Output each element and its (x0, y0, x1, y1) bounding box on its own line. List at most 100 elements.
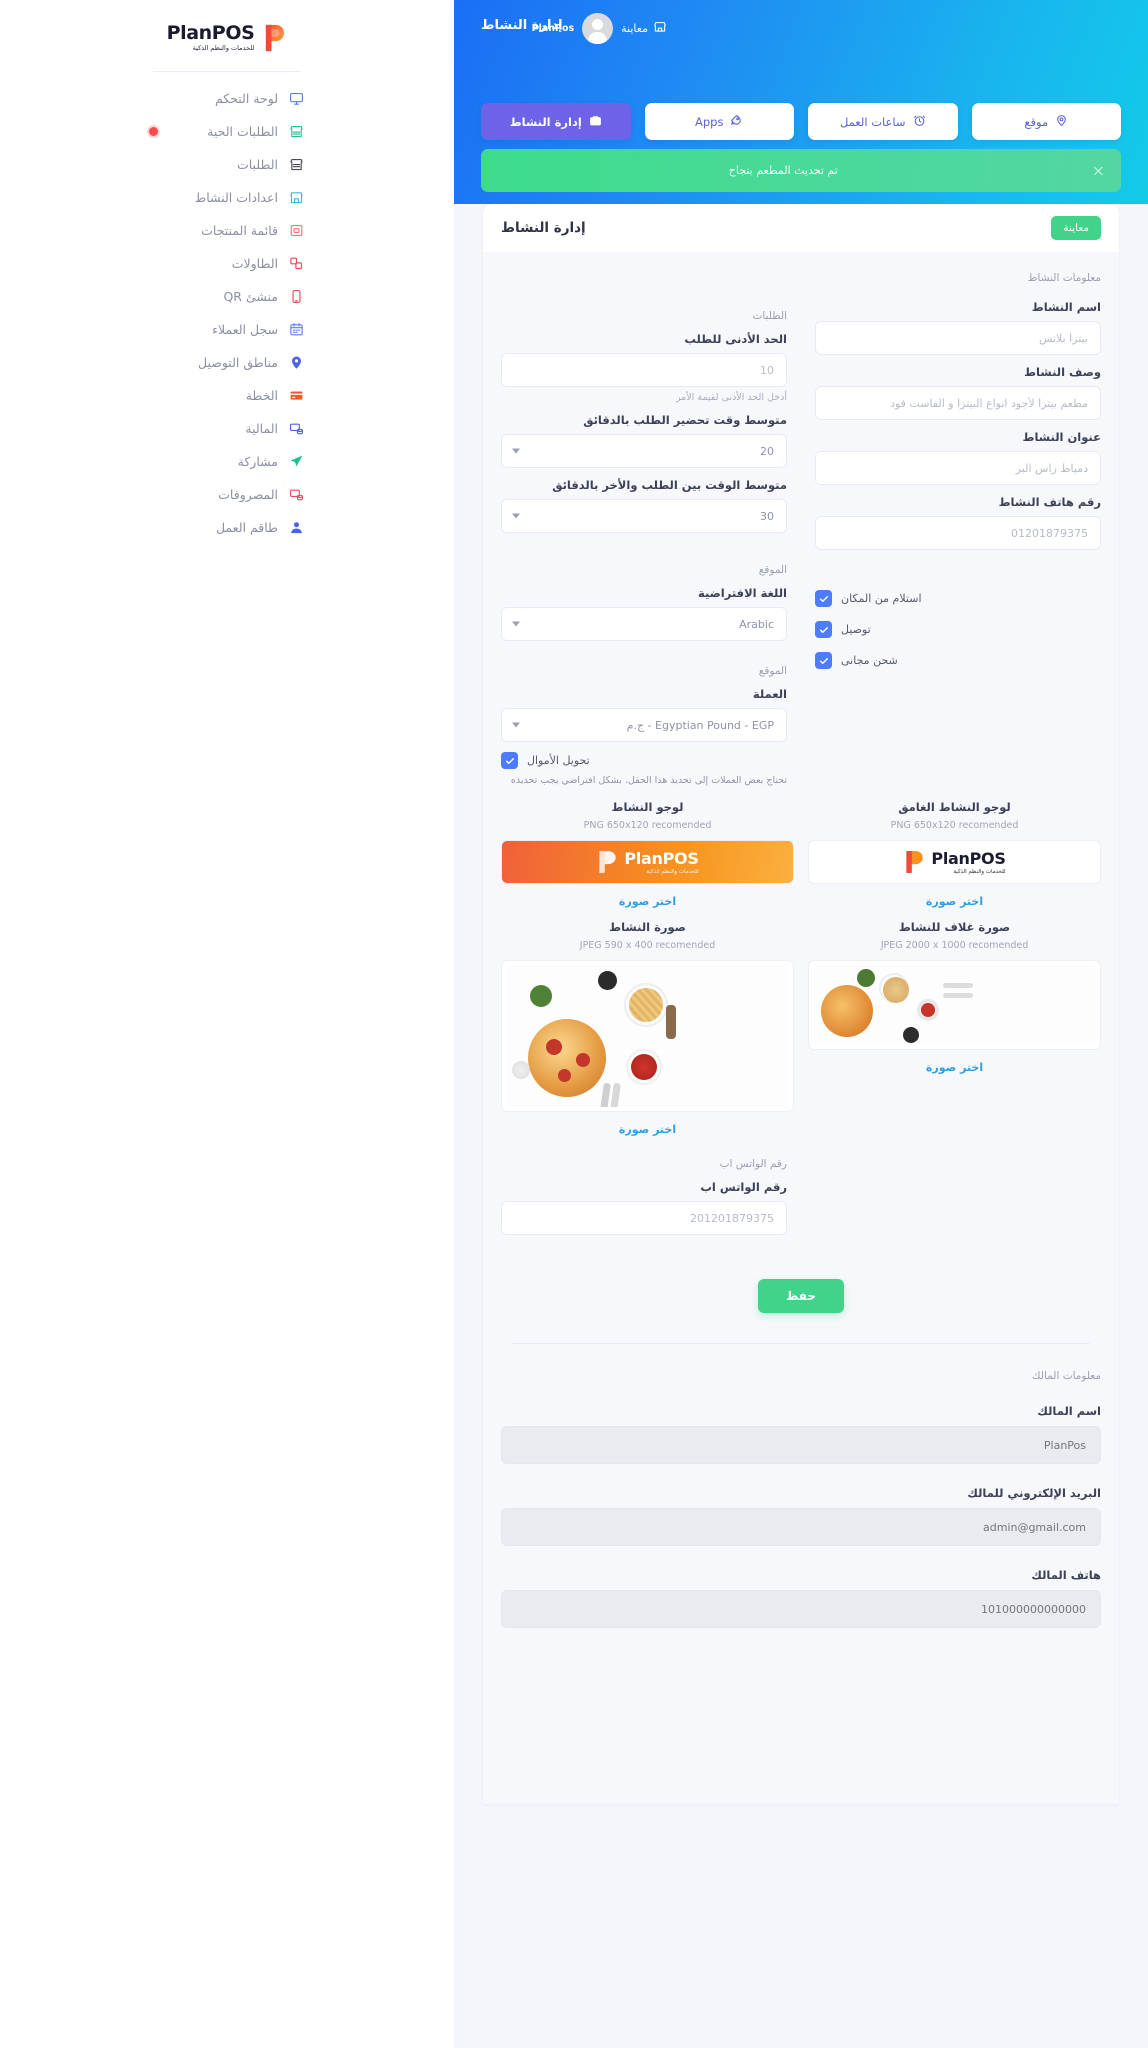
sidebar-item-dashboard[interactable]: لوحة التحكم (147, 82, 307, 115)
locale-column: الموقع اللغة الافتراضية Arabic الموقع ال… (501, 556, 801, 788)
field-business-name: اسم النشاط (815, 300, 1101, 355)
checkbox-column: استلام من المكان توصيل شحن مجانى (801, 556, 1101, 788)
money-convert-checkbox[interactable] (501, 752, 518, 769)
whatsapp-input[interactable] (501, 1201, 787, 1236)
default-language-select[interactable]: Arabic (501, 607, 787, 641)
alert-message: تم تحديث المطعم بنجاح (728, 164, 838, 177)
sidebar-item-orders[interactable]: الطلبات (147, 148, 307, 181)
business-desc-label: وصف النشاط (1024, 365, 1101, 379)
business-photo-preview (501, 960, 794, 1113)
sidebar-item-tables[interactable]: الطاولات (147, 247, 307, 280)
preview-shortcut[interactable]: معاينة (621, 19, 667, 38)
upload-business-photo: صورة النشاط JPEG 590 x 400 recomended اخ… (501, 908, 794, 1136)
success-alert: × تم تحديث المطعم بنجاح (481, 149, 1121, 192)
checkbox-row-pickup[interactable]: استلام من المكان (815, 590, 1101, 607)
section-orders: الطلبات (752, 310, 787, 322)
section-location-2: الموقع (758, 665, 787, 677)
owner-name-input (501, 1426, 1101, 1465)
planpos-logo-dark: PlanPOS للخدمات والنظم الذكية (903, 849, 1006, 876)
sidebar-item-live-orders[interactable]: الطلبات الحية (147, 115, 307, 148)
sidebar-item-expenses[interactable]: المصروفات (147, 478, 307, 511)
section-location: الموقع (758, 564, 787, 576)
owner-phone-label: هاتف المالك (1031, 1568, 1101, 1583)
tab-location[interactable]: موقع (971, 103, 1121, 140)
min-order-label: الحد الأدنى للطلب (684, 332, 787, 346)
menu-list-icon (288, 222, 305, 239)
business-desc-input[interactable] (815, 386, 1101, 420)
sidebar-item-plan[interactable]: الخطة (147, 379, 307, 412)
staff-icon (288, 519, 305, 536)
checkbox-label: استلام من المكان (841, 592, 922, 605)
hero-header: إدارة النشاط معاينة PlanPos إدارة النشاط… (454, 0, 1148, 204)
tab-working-hours[interactable]: ساعات العمل (808, 103, 958, 140)
avg-between-time-select[interactable]: 30 (501, 499, 787, 533)
sidebar-brand[interactable]: PlanPOS للخدمات والنظم الذكية (147, 8, 307, 62)
business-icon (589, 114, 602, 130)
field-avg-between-time: متوسط الوقت بين الطلب والأخر بالدقائق 30 (501, 478, 787, 533)
form-grid-location: استلام من المكان توصيل شحن مجانى الموقع … (483, 556, 1119, 788)
business-phone-input[interactable] (815, 516, 1101, 550)
live-status-badge (149, 127, 158, 136)
delivery-pin-icon (288, 354, 305, 371)
delivery-checkbox[interactable] (815, 621, 832, 638)
choose-image-link-cover[interactable]: اختر صورة (926, 1061, 983, 1074)
sidebar-item-label: سجل العملاء (212, 322, 278, 337)
avg-prep-time-select[interactable]: 20 (501, 434, 787, 468)
logo-tagline: للخدمات والنظم الذكية (953, 869, 1006, 876)
app-root: إدارة النشاط معاينة PlanPos إدارة النشاط… (0, 0, 1148, 2048)
currency-label: العملة (752, 687, 787, 701)
checkbox-label: توصيل (841, 623, 871, 636)
tab-apps[interactable]: Apps (644, 103, 794, 140)
preview-button[interactable]: معاينة (1051, 216, 1101, 240)
sidebar-item-delivery-zones[interactable]: مناطق التوصيل (147, 346, 307, 379)
sidebar-item-label: الطاولات (231, 256, 278, 271)
business-address-input[interactable] (815, 451, 1101, 485)
sidebar-item-qr-builder[interactable]: منشئ QR (147, 280, 307, 313)
form-column-left: الطلبات الحد الأدنى للطلب أدخل الحد الأد… (501, 290, 801, 556)
currency-select[interactable]: Egyptian Pound - EGP - ج.م (501, 708, 787, 742)
pickup-checkbox[interactable] (815, 590, 832, 607)
upload-title: صورة غلاف للنشاط (898, 920, 1011, 935)
business-name-input[interactable] (815, 321, 1101, 355)
choose-image-link-logo-light[interactable]: اختر صورة (619, 895, 676, 908)
sidebar-item-share[interactable]: مشاركة (147, 445, 307, 478)
free-shipping-checkbox[interactable] (815, 652, 832, 669)
cover-photo-preview (808, 960, 1101, 1051)
settings-card: معاينة إدارة النشاط معلومات النشاط اسم ا… (483, 204, 1119, 1804)
finance-icon (288, 420, 305, 437)
close-icon[interactable]: × (1092, 162, 1105, 179)
sidebar-item-customers-log[interactable]: سجل العملاء (147, 313, 307, 346)
planpos-mark-icon (261, 23, 287, 53)
checkbox-row-money-convert[interactable]: تحويل الأموال (501, 752, 787, 769)
min-order-input[interactable] (501, 353, 787, 387)
logo-name: PlanPOS (624, 849, 699, 869)
sidebar-item-staff[interactable]: طاقم العمل (147, 511, 307, 544)
tab-business-management[interactable]: إدارة النشاط (481, 103, 631, 140)
preview-shortcut-label: معاينة (621, 22, 648, 35)
owner-email-label: البريد الإلكتروني للمالك (967, 1486, 1101, 1501)
choose-image-link-logo-dark[interactable]: اختر صورة (926, 895, 983, 908)
save-button[interactable]: حفظ (757, 1279, 845, 1314)
checkbox-row-free-shipping[interactable]: شحن مجانى (815, 652, 1101, 669)
whatsapp-spacer (801, 1136, 1101, 1241)
card-header: معاينة إدارة النشاط (483, 204, 1119, 252)
expenses-icon (288, 486, 305, 503)
logo-tagline: للخدمات والنظم الذكية (646, 869, 699, 876)
checkbox-row-delivery[interactable]: توصيل (815, 621, 1101, 638)
business-phone-label: رقم هاتف النشاط (998, 495, 1101, 509)
customers-log-icon (288, 321, 305, 338)
sidebar-item-business-settings[interactable]: اعدادات النشاط (147, 181, 307, 214)
tab-label: إدارة النشاط (509, 114, 582, 129)
field-whatsapp: رقم الواتس اب (501, 1180, 787, 1236)
avatar[interactable] (582, 13, 614, 44)
sidebar-item-products-menu[interactable]: قائمة المنتجات (147, 214, 307, 247)
planpos-mark-icon (596, 849, 618, 875)
upload-title: صورة النشاط (609, 920, 686, 935)
owner-section: معلومات المالك اسم المالك البريد الإلكتر… (483, 1344, 1119, 1668)
save-row: حفظ (483, 1241, 1119, 1331)
choose-image-link-business[interactable]: اختر صورة (619, 1123, 676, 1136)
section-owner-info: معلومات المالك (1031, 1370, 1101, 1383)
tab-label: موقع (1024, 114, 1049, 129)
sidebar-item-finance[interactable]: المالية (147, 412, 307, 445)
sidebar-item-label: لوحة التحكم (214, 91, 278, 106)
